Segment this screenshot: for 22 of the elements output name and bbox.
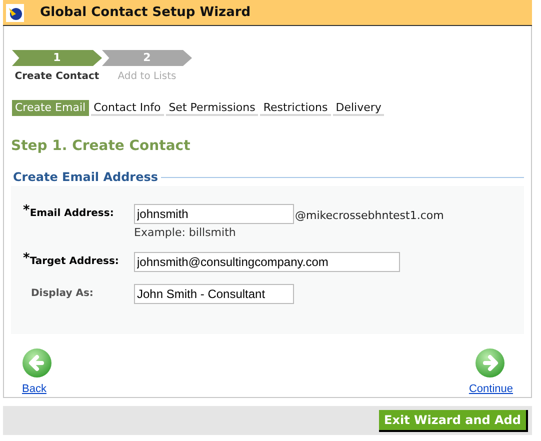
field-hint: Example: billsmith bbox=[134, 225, 237, 241]
input-field[interactable]: johnsmith@consultingcompany.com bbox=[134, 252, 400, 272]
field-label: Email Address: bbox=[30, 207, 114, 221]
field-label: Target Address: bbox=[30, 254, 119, 268]
field-label: Display As: bbox=[31, 286, 94, 300]
step-label: Add to Lists bbox=[118, 70, 176, 84]
input-field[interactable]: John Smith - Consultant bbox=[134, 284, 294, 304]
required-marker: * bbox=[23, 204, 30, 218]
domain-suffix: @mikecrossebhntest1.com bbox=[295, 208, 444, 224]
tab[interactable]: Delivery bbox=[332, 100, 384, 116]
input-field[interactable]: johnsmith bbox=[134, 204, 294, 224]
app-logo-icon bbox=[6, 4, 24, 22]
section-title: Create Email Address bbox=[12, 169, 160, 186]
back-link[interactable]: Back bbox=[22, 380, 46, 397]
window-title: Global Contact Setup Wizard bbox=[40, 4, 251, 22]
tab[interactable]: Set Permissions bbox=[166, 100, 258, 116]
step-heading: Step 1. Create Contact bbox=[11, 137, 192, 156]
continue-link[interactable]: Continue bbox=[468, 380, 513, 397]
tab[interactable]: Contact Info bbox=[90, 100, 164, 116]
step-label: Create Contact bbox=[14, 70, 100, 84]
tab[interactable]: Restrictions bbox=[260, 100, 331, 116]
required-marker: * bbox=[23, 252, 30, 266]
